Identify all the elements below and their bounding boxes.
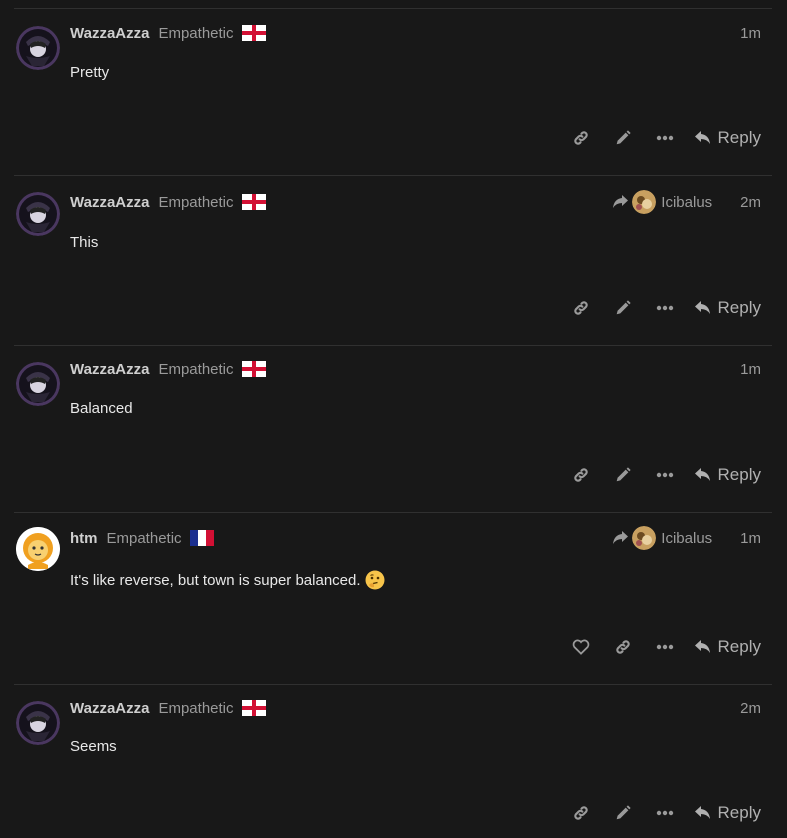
reply-to-avatar <box>632 526 657 550</box>
reply-label: Reply <box>717 128 761 147</box>
link-icon[interactable] <box>560 124 602 152</box>
thinking-face-emoji <box>365 570 385 590</box>
avatar[interactable] <box>16 701 60 745</box>
avatar[interactable] <box>16 362 60 406</box>
reply-label: Reply <box>717 465 761 484</box>
user-title: Empathetic <box>158 193 234 211</box>
user-title: Empathetic <box>158 360 234 378</box>
post-content: Balanced <box>70 400 133 417</box>
more-options-icon[interactable] <box>644 124 686 152</box>
reply-to-indicator[interactable]: Icibalus <box>612 526 712 550</box>
england-flag-icon <box>241 194 266 210</box>
reply-to-username: Icibalus <box>661 193 713 211</box>
france-flag-icon <box>189 530 214 546</box>
england-flag-icon <box>241 361 266 377</box>
post: WazzaAzza Empathetic Icibalus 2m This Re… <box>14 175 772 345</box>
reply-icon <box>694 806 710 819</box>
post-text: Balanced <box>70 400 133 417</box>
post-content: It's like reverse, but town is super bal… <box>70 570 385 590</box>
reply-button[interactable]: Reply <box>694 124 761 152</box>
link-icon[interactable] <box>560 799 602 827</box>
post-time[interactable]: 1m <box>740 530 761 547</box>
more-options-icon[interactable] <box>644 461 686 489</box>
avatar[interactable] <box>16 527 60 571</box>
post-text: This <box>70 234 99 251</box>
username[interactable]: WazzaAzza <box>70 25 149 42</box>
reply-button[interactable]: Reply <box>694 799 761 827</box>
post-content: This <box>70 234 98 251</box>
post: WazzaAzza Empathetic 1m Balanced Reply <box>14 345 772 512</box>
heart-icon[interactable] <box>560 633 602 661</box>
reply-to-avatar <box>632 190 657 214</box>
post: htm Empathetic Icibalus 1m It's like rev… <box>14 512 772 684</box>
share-arrow-icon <box>613 531 629 544</box>
post-time[interactable]: 1m <box>740 25 761 42</box>
username[interactable]: WazzaAzza <box>70 194 149 211</box>
reply-label: Reply <box>717 637 761 656</box>
avatar[interactable] <box>16 192 60 236</box>
pencil-icon[interactable] <box>602 461 644 489</box>
username[interactable]: WazzaAzza <box>70 361 149 378</box>
more-options-icon[interactable] <box>644 799 686 827</box>
more-options-icon[interactable] <box>644 294 686 322</box>
user-title: Empathetic <box>106 529 182 547</box>
post: WazzaAzza Empathetic 2m Seems Reply <box>14 684 772 838</box>
pencil-icon[interactable] <box>602 124 644 152</box>
reply-label: Reply <box>717 803 761 822</box>
reply-button[interactable]: Reply <box>694 633 761 661</box>
link-icon[interactable] <box>602 633 644 661</box>
post-text: Seems <box>70 738 117 755</box>
link-icon[interactable] <box>560 294 602 322</box>
reply-icon <box>694 640 710 653</box>
pencil-icon[interactable] <box>602 799 644 827</box>
post-time[interactable]: 2m <box>740 194 761 211</box>
avatar[interactable] <box>16 26 60 70</box>
username[interactable]: WazzaAzza <box>70 700 149 717</box>
username[interactable]: htm <box>70 530 98 547</box>
more-options-icon[interactable] <box>644 633 686 661</box>
reply-button[interactable]: Reply <box>694 294 761 322</box>
england-flag-icon <box>241 25 266 41</box>
post-content: Seems <box>70 738 117 755</box>
reply-icon <box>694 468 710 481</box>
link-icon[interactable] <box>560 461 602 489</box>
reply-icon <box>694 131 710 144</box>
post-content: Pretty <box>70 64 109 81</box>
post: WazzaAzza Empathetic 1m Pretty Reply <box>14 8 772 175</box>
reply-label: Reply <box>717 298 761 317</box>
post-text: Pretty <box>70 64 110 81</box>
reply-to-indicator[interactable]: Icibalus <box>612 190 712 214</box>
post-time[interactable]: 2m <box>740 700 761 717</box>
reply-button[interactable]: Reply <box>694 461 761 489</box>
reply-icon <box>694 301 710 314</box>
post-time[interactable]: 1m <box>740 361 761 378</box>
reply-to-username: Icibalus <box>661 529 713 547</box>
pencil-icon[interactable] <box>602 294 644 322</box>
user-title: Empathetic <box>158 699 234 717</box>
post-text: It's like reverse, but town is super bal… <box>70 571 361 589</box>
share-arrow-icon <box>613 195 629 208</box>
user-title: Empathetic <box>158 24 234 42</box>
england-flag-icon <box>241 700 266 716</box>
